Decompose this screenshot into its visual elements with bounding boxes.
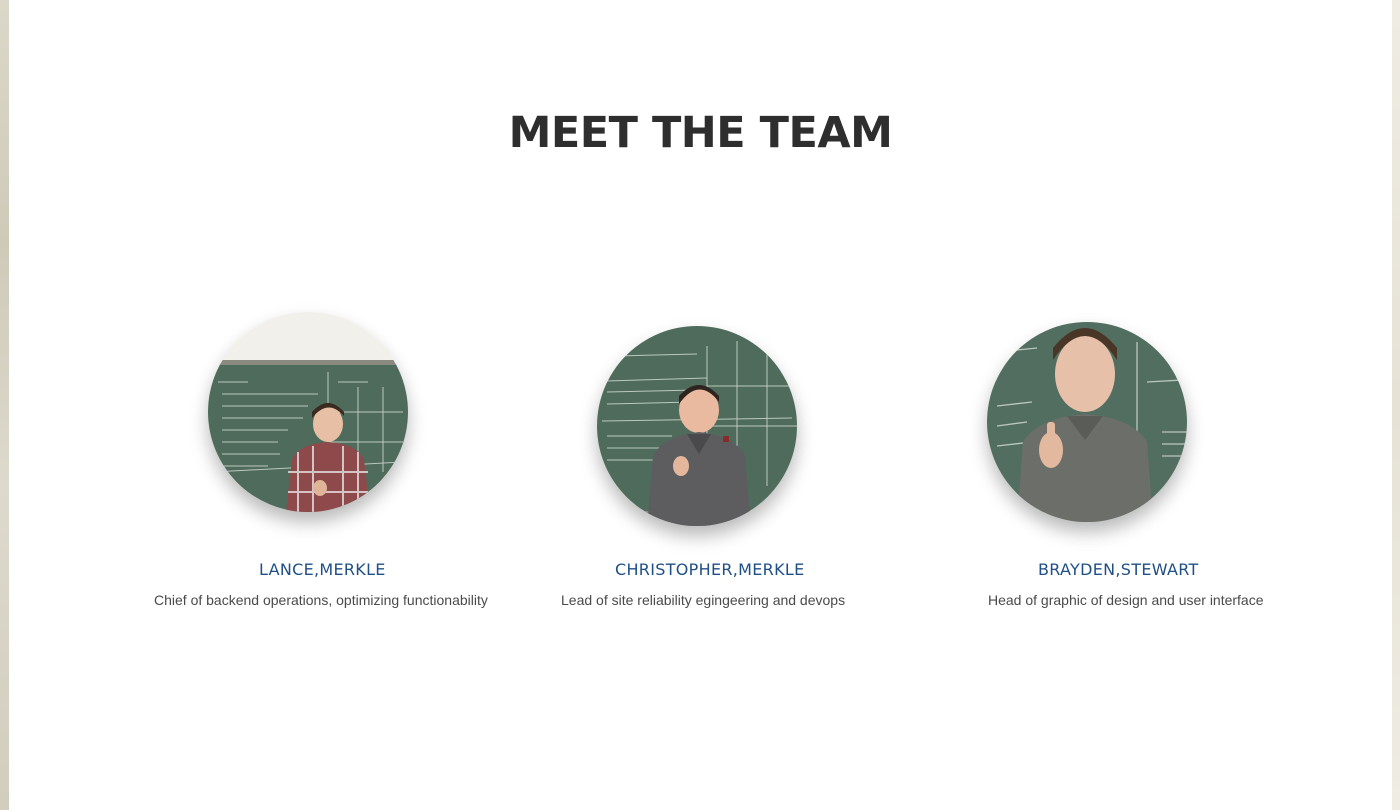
team-member-photo	[987, 322, 1187, 522]
right-background-texture	[1392, 0, 1400, 810]
section-title: MEET THE TEAM	[508, 108, 893, 158]
left-background-texture	[0, 0, 9, 810]
team-member-role: Lead of site reliability egingeering and…	[561, 592, 846, 608]
team-member-photo	[597, 326, 797, 526]
team-member-name: CHRISTOPHER,MERKLE	[615, 560, 805, 579]
team-section: MEET THE TEAM LANCE,MERKLE Chief of back…	[9, 0, 1392, 810]
team-member-role: Chief of backend operations, optimizing …	[154, 592, 488, 608]
team-member-name: LANCE,MERKLE	[259, 560, 386, 579]
team-member-role: Head of graphic of design and user inter…	[988, 592, 1264, 608]
team-member-name: BRAYDEN,STEWART	[1038, 560, 1199, 579]
team-member-photo	[208, 312, 408, 512]
